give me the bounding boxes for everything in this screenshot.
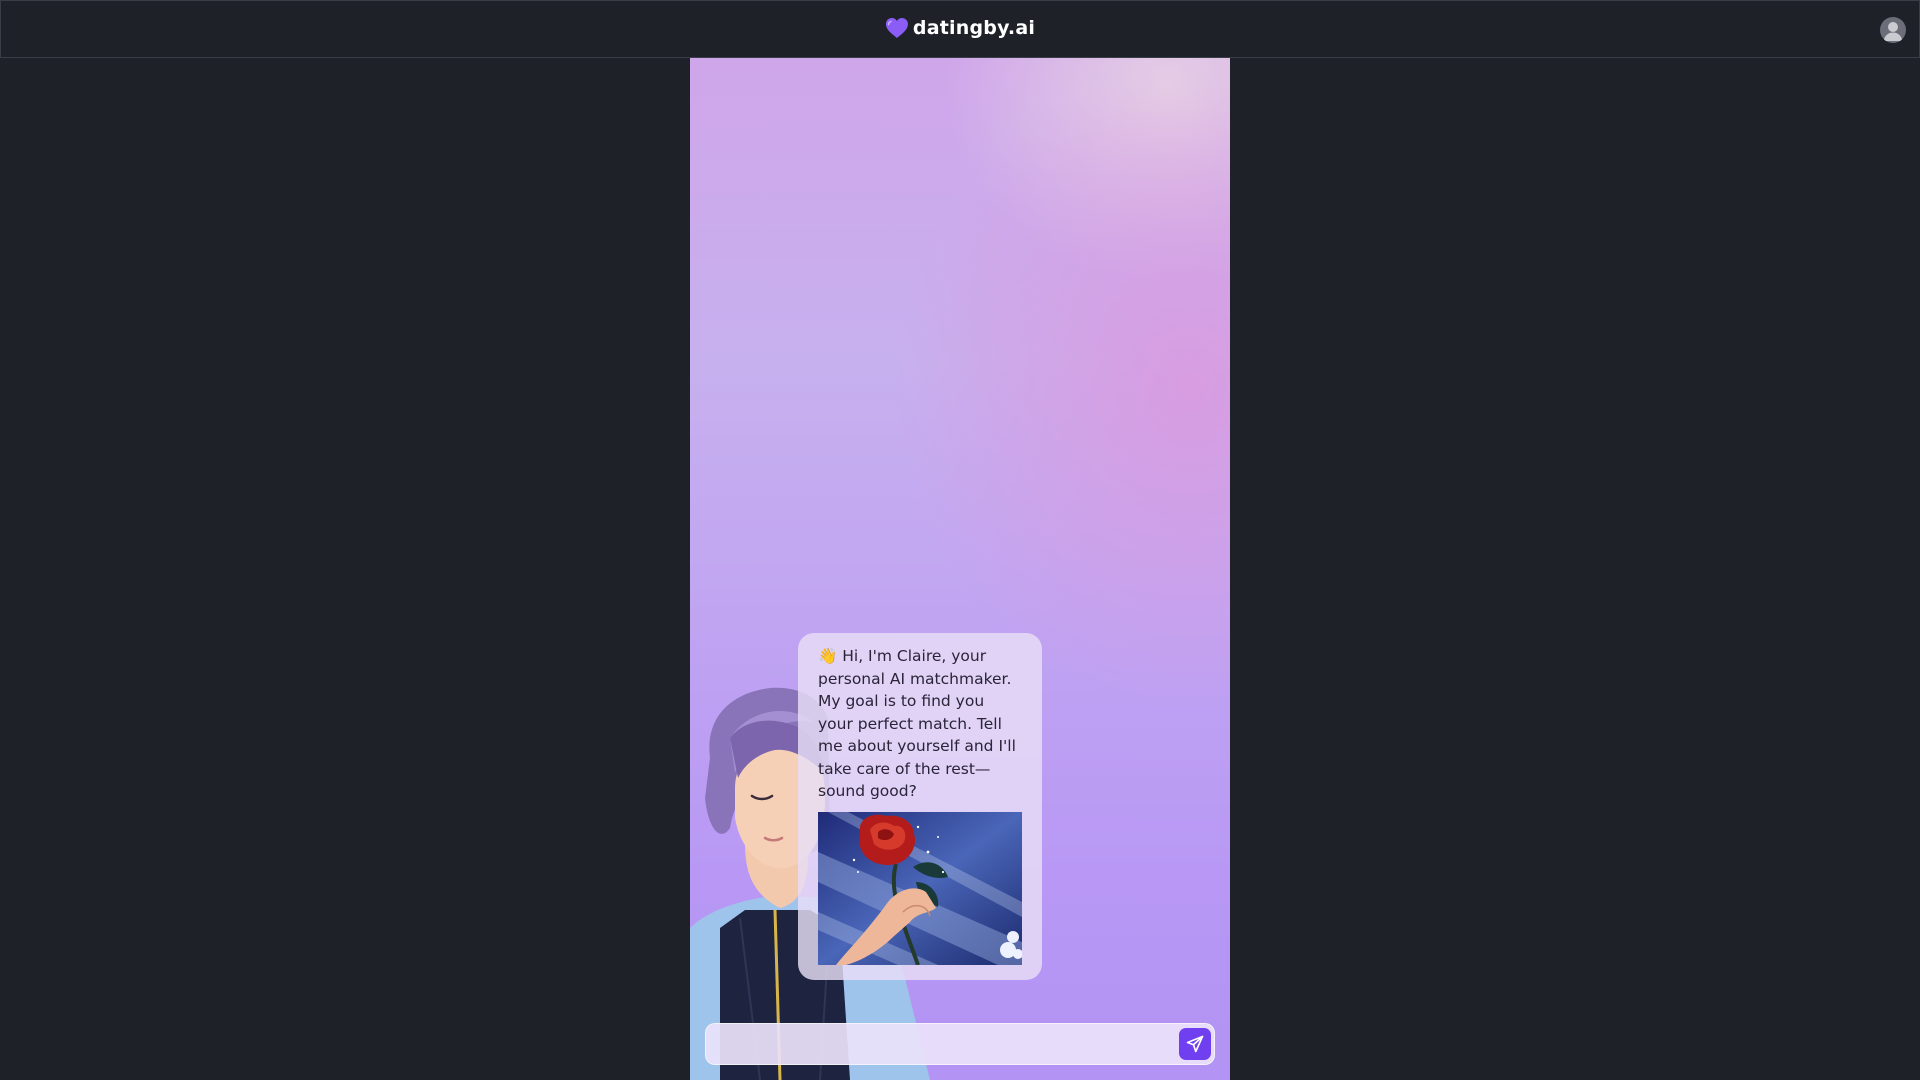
assistant-message-bubble: 👋 Hi, I'm Claire, your personal AI match… (798, 633, 1042, 980)
message-input[interactable] (720, 1024, 1160, 1064)
top-navbar: datingby.ai (0, 0, 1920, 58)
person-silhouette-icon (1883, 22, 1903, 41)
purple-heart-icon (885, 18, 908, 38)
assistant-message-text: 👋 Hi, I'm Claire, your personal AI match… (818, 647, 1016, 800)
chat-panel: 👋 Hi, I'm Claire, your personal AI match… (690, 58, 1230, 1080)
rose-image (818, 811, 1022, 965)
brand-name: datingby.ai (912, 17, 1036, 39)
brand-logo[interactable]: datingby.ai (885, 17, 1035, 39)
send-button[interactable] (1179, 1028, 1211, 1060)
message-composer (705, 1023, 1215, 1065)
paper-plane-icon (1186, 1035, 1204, 1053)
user-avatar-icon[interactable] (1880, 17, 1906, 43)
